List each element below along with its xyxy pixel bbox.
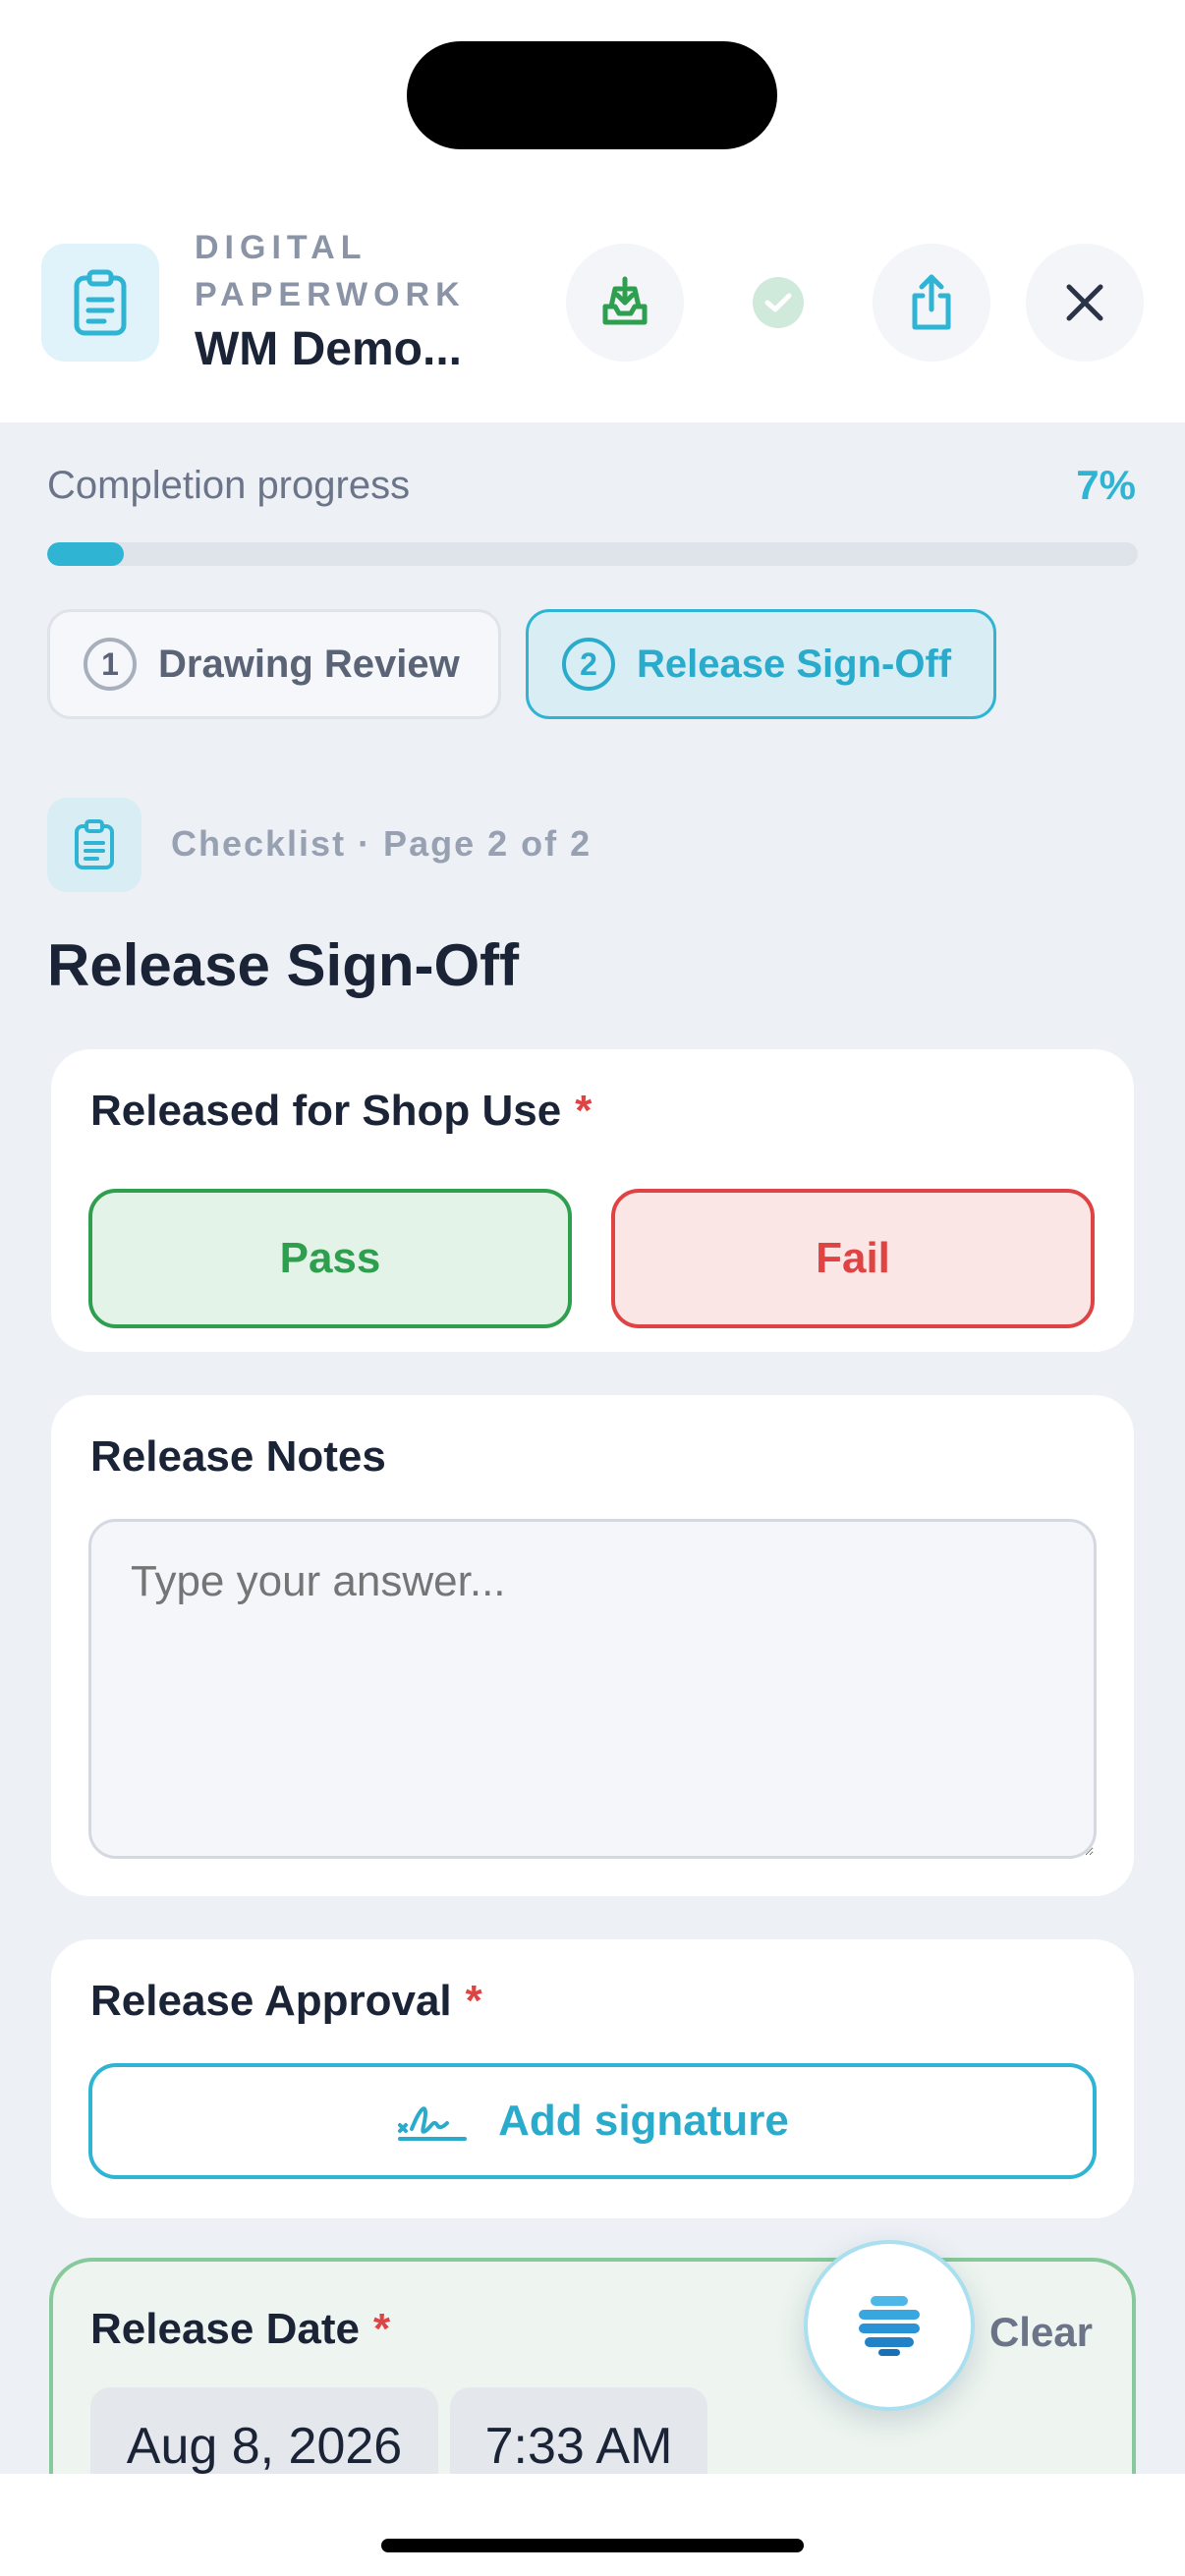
question-card-released: Released for Shop Use * Pass Fail [51, 1049, 1134, 1352]
question-label: Released for Shop Use * [90, 1087, 592, 1136]
question-label: Release Date * [90, 2305, 390, 2354]
close-button[interactable] [1026, 244, 1144, 362]
question-label: Release Approval * [90, 1977, 482, 2026]
required-mark: * [575, 1087, 592, 1135]
checklist-icon [47, 798, 141, 892]
assistant-button[interactable] [804, 2240, 975, 2411]
step-number: 1 [84, 638, 137, 691]
clear-date-button[interactable]: Clear [989, 2309, 1093, 2356]
inbox-download-icon [602, 276, 648, 325]
question-card-approval: Release Approval * Add signature [51, 1939, 1134, 2218]
question-label: Release Notes [90, 1432, 386, 1481]
document-title: WM Demo... [195, 323, 462, 375]
home-indicator [381, 2539, 804, 2552]
save-offline-button[interactable] [566, 244, 684, 362]
share-icon [912, 274, 951, 330]
step-number: 2 [562, 638, 615, 691]
question-label-text: Released for Shop Use [90, 1087, 562, 1135]
progress-track [47, 542, 1138, 566]
progress-fill [47, 542, 124, 566]
step-label: Drawing Review [158, 642, 460, 686]
page-breadcrumb: Checklist · Page 2 of 2 [171, 823, 592, 864]
close-icon [1066, 284, 1103, 321]
step-tab-release-sign-off[interactable]: 2 Release Sign-Off [526, 609, 996, 719]
app-header: Digital Paperwork WM Demo... [0, 0, 1185, 422]
question-label-text: Release Approval [90, 1977, 452, 2025]
step-label: Release Sign-Off [637, 642, 952, 686]
fail-button[interactable]: Fail [611, 1189, 1095, 1328]
share-button[interactable] [873, 244, 990, 362]
hive-icon [859, 2296, 920, 2356]
progress-percent: 7% [1076, 462, 1136, 508]
signature-icon [398, 2106, 468, 2141]
add-signature-label: Add signature [498, 2097, 789, 2145]
clipboard-icon [41, 244, 159, 362]
check-circle-icon [753, 277, 804, 328]
add-signature-button[interactable]: Add signature [88, 2063, 1097, 2179]
question-label-text: Release Date [90, 2305, 360, 2353]
step-tab-drawing-review[interactable]: 1 Drawing Review [47, 609, 501, 719]
page-title: Release Sign-Off [47, 932, 520, 998]
question-card-notes: Release Notes [51, 1395, 1134, 1896]
release-notes-input[interactable] [88, 1519, 1097, 1859]
progress-label: Completion progress [47, 464, 411, 507]
bottom-safe-area [0, 2474, 1185, 2576]
pass-button[interactable]: Pass [88, 1189, 572, 1328]
header-eyebrow: Digital Paperwork [195, 229, 466, 313]
required-mark: * [465, 1977, 482, 2025]
status-button[interactable] [719, 244, 837, 362]
required-mark: * [372, 2305, 391, 2353]
dynamic-island [407, 41, 777, 149]
